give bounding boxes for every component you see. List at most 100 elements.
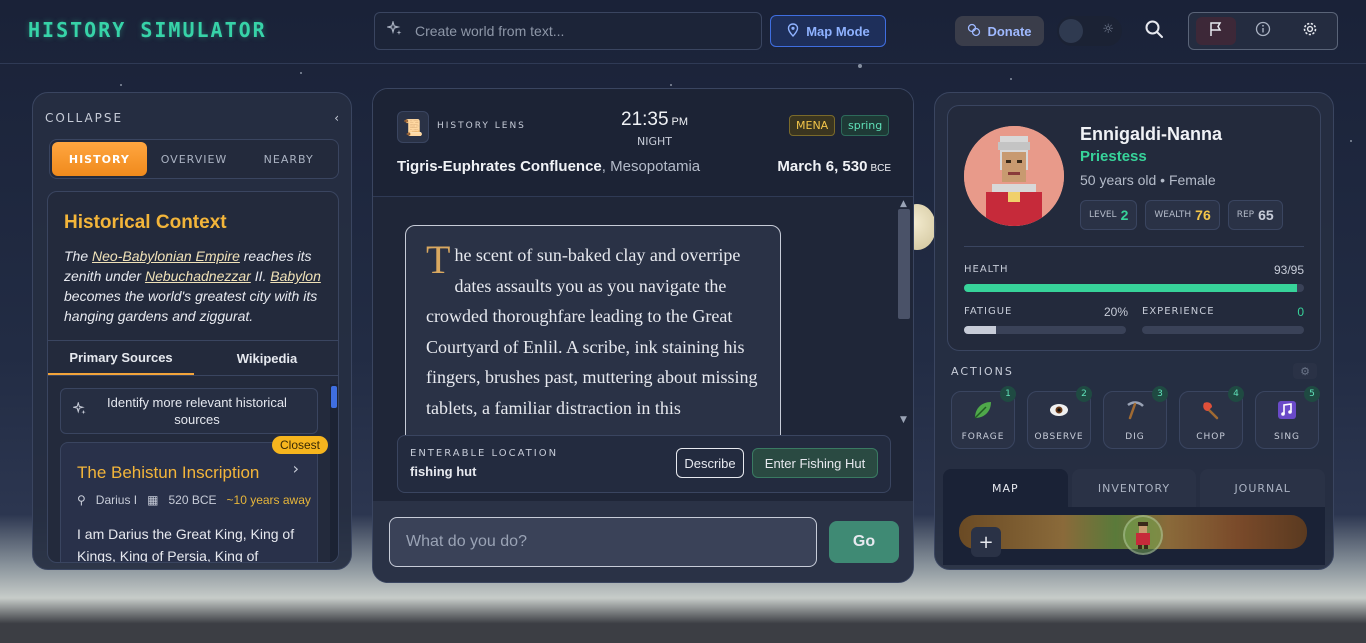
- map-mode-label: Map Mode: [806, 23, 870, 39]
- action-chop[interactable]: 4 CHOP: [1179, 386, 1244, 449]
- source-card[interactable]: The Behistun Inscription › ⚲ Darius I ▦ …: [60, 442, 318, 562]
- actions-label: ACTIONS: [951, 365, 1014, 378]
- source-distance: ~10 years away: [226, 493, 311, 507]
- story-dropcap: T: [426, 237, 451, 282]
- tab-nearby[interactable]: NEARBY: [241, 142, 336, 176]
- location: Tigris-Euphrates Confluence, Mesopotamia: [397, 158, 700, 175]
- create-world-input[interactable]: [415, 23, 735, 39]
- tab-history[interactable]: HISTORY: [52, 142, 147, 176]
- game-date: March 6, 530 BCE: [777, 158, 891, 175]
- gear-icon: [1302, 21, 1318, 41]
- chevron-right-icon[interactable]: ›: [293, 459, 299, 478]
- tab-primary-sources[interactable]: Primary Sources: [48, 341, 194, 375]
- rep-chip: REP 65: [1227, 200, 1283, 230]
- health-bar-fill: [964, 284, 1297, 292]
- enterable-location-box: ENTERABLE LOCATION fishing hut Describe …: [397, 435, 891, 493]
- context-title: Historical Context: [64, 212, 227, 233]
- game-date-value: March 6, 530: [777, 158, 868, 175]
- tab-inventory[interactable]: INVENTORY: [1071, 469, 1197, 507]
- collapse-row[interactable]: COLLAPSE ‹: [45, 111, 341, 125]
- tab-overview[interactable]: OVERVIEW: [147, 142, 242, 176]
- fatigue-value: 20%: [1104, 305, 1129, 319]
- health-label: HEALTH: [964, 264, 1009, 275]
- fatigue-bar: [964, 326, 1126, 334]
- sources-scroll-thumb[interactable]: [331, 386, 337, 408]
- tool-group: [1188, 12, 1338, 50]
- search-button[interactable]: [1136, 13, 1172, 49]
- story-text: The scent of sun-baked clay and overripe…: [405, 225, 781, 445]
- identify-sources-button[interactable]: Identify more relevant historical source…: [60, 388, 318, 434]
- top-bar: HISTORY SIMULATOR Map Mode Donate ☼: [0, 0, 1366, 64]
- info-button[interactable]: [1243, 17, 1283, 45]
- enterable-location-label: ENTERABLE LOCATION: [410, 448, 559, 459]
- scroll-down-icon[interactable]: ▼: [900, 415, 907, 425]
- source-author: Darius I: [95, 493, 138, 507]
- tab-wikipedia[interactable]: Wikipedia: [194, 341, 338, 375]
- link-neo-babylonian-empire[interactable]: Neo-Babylonian Empire: [92, 248, 240, 264]
- rep-label: REP: [1236, 210, 1255, 220]
- action-sing[interactable]: 5 SING: [1255, 386, 1320, 449]
- clock-time: 21:35: [621, 109, 669, 130]
- context-text: The Neo-Babylonian Empire reaches its ze…: [64, 246, 326, 326]
- go-button[interactable]: Go: [829, 521, 899, 563]
- region-badge: MENA: [789, 115, 836, 136]
- theme-toggle[interactable]: ☼: [1057, 16, 1122, 46]
- hotkey-badge: 1: [1000, 386, 1016, 402]
- clock-ampm: PM: [671, 116, 689, 128]
- axe-icon: [1200, 399, 1222, 426]
- donate-button[interactable]: Donate: [955, 16, 1044, 46]
- enterable-location-value: fishing hut: [410, 464, 477, 479]
- mini-map[interactable]: +: [943, 507, 1325, 565]
- action-label: CHOP: [1196, 432, 1226, 442]
- right-panel: Ennigaldi-Nanna Priestess 50 years old •…: [934, 92, 1334, 570]
- eye-icon: [1048, 399, 1070, 426]
- divider: [964, 246, 1304, 247]
- sparkles-icon: [385, 19, 403, 41]
- scene-header: 📜 HISTORY LENS 21:35 PM NIGHT MENA spring…: [373, 89, 913, 197]
- avatar[interactable]: [964, 126, 1064, 226]
- gear-icon[interactable]: ⚙: [1293, 363, 1317, 379]
- action-row: 1 FORAGE 2 OBSERVE 3 DIG 4 CHOP 5 SING: [951, 386, 1320, 449]
- player-marker: [1123, 515, 1163, 555]
- sun-icon: ☼: [1102, 22, 1114, 37]
- experience-label: EXPERIENCE: [1142, 306, 1215, 317]
- action-observe[interactable]: 2 OBSERVE: [1027, 386, 1092, 449]
- stat-chips: LEVEL 2 WEALTH 76 REP 65: [1080, 200, 1283, 230]
- chevron-left-icon[interactable]: ‹: [334, 111, 341, 125]
- link-nebuchadnezzar[interactable]: Nebuchadnezzar: [145, 268, 251, 284]
- health-value: 93/95: [1273, 263, 1304, 277]
- enter-location-button[interactable]: Enter Fishing Hut: [752, 448, 878, 478]
- moon-icon: [1059, 19, 1083, 43]
- action-label: FORAGE: [961, 432, 1005, 442]
- action-dig[interactable]: 3 DIG: [1103, 386, 1168, 449]
- zoom-in-button[interactable]: +: [971, 527, 1001, 557]
- leaf-icon: [972, 399, 994, 426]
- fatigue-bar-fill: [964, 326, 997, 334]
- sources-scrollbar[interactable]: [330, 384, 338, 562]
- settings-button[interactable]: [1290, 17, 1330, 45]
- location-name: Tigris-Euphrates Confluence: [397, 158, 602, 175]
- action-label: OBSERVE: [1034, 432, 1084, 442]
- scroll-up-icon[interactable]: ▲: [900, 199, 907, 209]
- action-forage[interactable]: 1 FORAGE: [951, 386, 1016, 449]
- create-world-field[interactable]: [374, 12, 762, 50]
- flag-button[interactable]: [1196, 17, 1237, 45]
- describe-button[interactable]: Describe: [676, 448, 744, 478]
- closest-badge: Closest: [272, 436, 329, 454]
- story-scroll-thumb[interactable]: [898, 209, 910, 319]
- app-logo[interactable]: HISTORY SIMULATOR: [28, 18, 267, 42]
- command-input[interactable]: What do you do?: [389, 517, 817, 567]
- flag-icon: [1208, 21, 1224, 41]
- story-scrollbar[interactable]: ▲ ▼: [897, 199, 911, 427]
- music-icon: [1276, 399, 1298, 426]
- donate-label: Donate: [987, 23, 1032, 39]
- left-panel: COLLAPSE ‹ HISTORY OVERVIEW NEARBY Histo…: [32, 92, 352, 570]
- link-babylon[interactable]: Babylon: [270, 268, 321, 284]
- experience-value: 0: [1297, 305, 1304, 319]
- map-mode-button[interactable]: Map Mode: [770, 15, 886, 47]
- character-info: 50 years old • Female: [1080, 172, 1216, 188]
- scroll-icon[interactable]: 📜: [397, 111, 429, 143]
- tab-map[interactable]: MAP: [943, 469, 1068, 507]
- fatigue-label: FATIGUE: [964, 306, 1013, 317]
- tab-journal[interactable]: JOURNAL: [1200, 469, 1326, 507]
